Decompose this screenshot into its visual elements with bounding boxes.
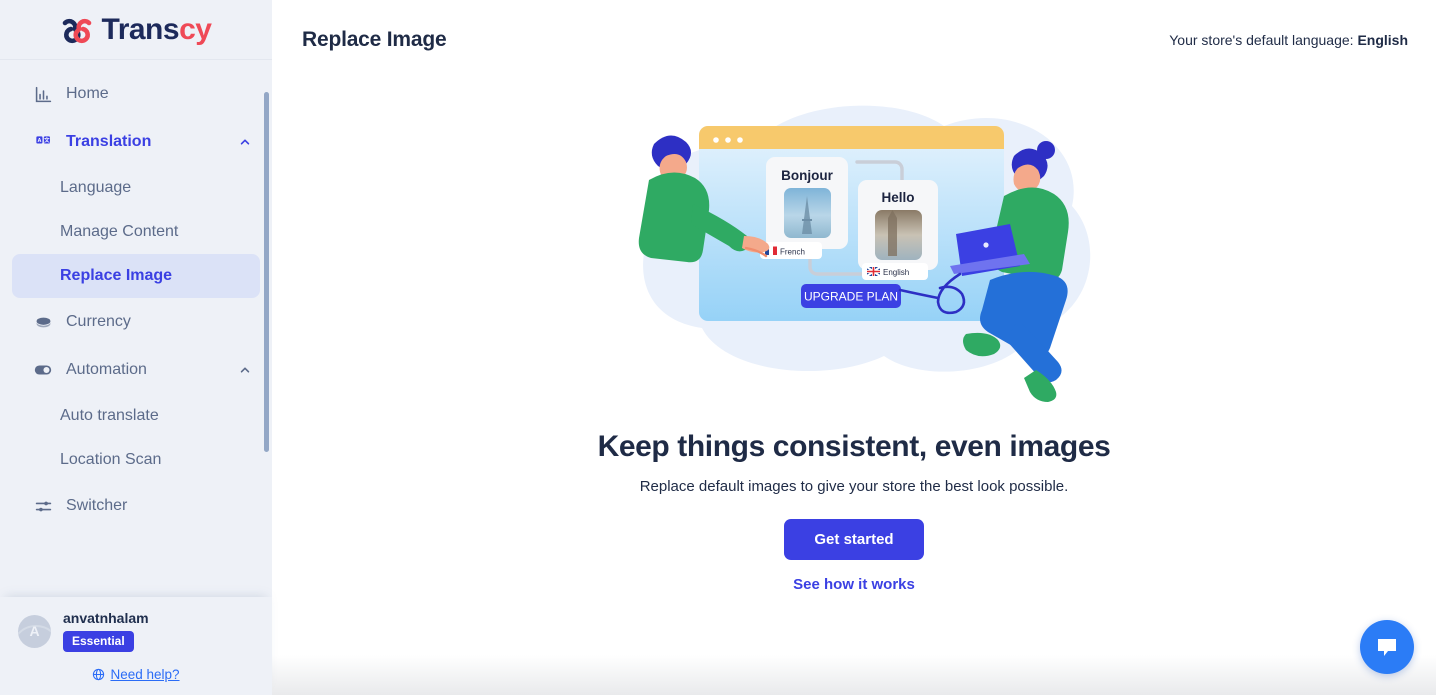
translation-images-illustration: Bonjour French Hello English UPGRADE PLA… bbox=[638, 105, 1091, 402]
sidebar-item-location-scan[interactable]: Location Scan bbox=[12, 438, 260, 482]
chevron-up-icon[interactable] bbox=[238, 135, 252, 149]
sidebar-item-label: Home bbox=[66, 85, 109, 102]
chat-support-button[interactable] bbox=[1360, 620, 1414, 674]
sidebar-item-manage-content[interactable]: Manage Content bbox=[12, 210, 260, 254]
coin-icon bbox=[32, 311, 54, 333]
sidebar-item-label: Auto translate bbox=[60, 407, 159, 424]
logo-group: Transcy bbox=[61, 12, 212, 46]
sidebar-item-label: Replace Image bbox=[60, 267, 173, 284]
logo-text-primary: Trans bbox=[101, 12, 180, 46]
nav-sub-translation: Language Manage Content Replace Image bbox=[0, 166, 272, 298]
toggle-switch-icon bbox=[32, 359, 54, 381]
user-info: anvatnhalam Essential bbox=[63, 609, 149, 652]
need-help-link[interactable]: Need help? bbox=[110, 667, 179, 682]
card-left-flag-label: French bbox=[780, 248, 805, 257]
uk-flag-badge: English bbox=[862, 263, 928, 280]
sidebar-item-label: Switcher bbox=[66, 497, 128, 514]
card-right-flag-label: English bbox=[883, 268, 909, 277]
window-dot bbox=[737, 137, 743, 143]
sidebar-item-label: Currency bbox=[66, 313, 131, 330]
sidebar-nav: Home A 文 Translation Language Manage Con… bbox=[0, 60, 272, 597]
sidebar-item-replace-image[interactable]: Replace Image bbox=[12, 254, 260, 298]
sidebar-footer: A anvatnhalam Essential Need help? bbox=[0, 596, 272, 695]
sidebar-item-label: Manage Content bbox=[60, 223, 179, 240]
main-content: Replace Image Your store's default langu… bbox=[272, 0, 1436, 695]
store-language-value: English bbox=[1357, 32, 1408, 48]
card-right-text: Hello bbox=[881, 190, 914, 205]
sidebar-item-language[interactable]: Language bbox=[12, 166, 260, 210]
brand-logo[interactable]: Transcy bbox=[0, 0, 272, 60]
sliders-icon bbox=[32, 495, 54, 517]
sidebar-item-auto-translate[interactable]: Auto translate bbox=[12, 394, 260, 438]
store-default-language: Your store's default language: English bbox=[1169, 32, 1408, 48]
nav-list: Home A 文 Translation Language Manage Con… bbox=[0, 70, 272, 530]
sidebar-item-automation[interactable]: Automation bbox=[12, 346, 260, 394]
status-badge: Essential bbox=[63, 631, 134, 652]
logo-text-accent: cy bbox=[179, 12, 212, 46]
card-bonjour: Bonjour French bbox=[760, 157, 848, 259]
upgrade-plan-chip: UPGRADE PLAN bbox=[801, 284, 901, 308]
svg-text:A: A bbox=[37, 138, 41, 144]
card-hello: Hello English bbox=[858, 180, 938, 280]
sidebar: Transcy Home A 文 Translation Language Ma… bbox=[0, 0, 272, 695]
window-dot bbox=[725, 137, 731, 143]
need-help-row[interactable]: Need help? bbox=[0, 667, 272, 682]
sidebar-scrollbar[interactable] bbox=[264, 92, 269, 452]
sidebar-item-home[interactable]: Home bbox=[12, 70, 260, 118]
sidebar-item-label: Automation bbox=[66, 361, 147, 378]
chat-bubble-icon bbox=[1378, 639, 1396, 656]
app-root: Transcy Home A 文 Translation Language Ma… bbox=[0, 0, 1436, 695]
avatar-initial: A bbox=[29, 623, 40, 640]
window-dot bbox=[713, 137, 719, 143]
empty-state: Bonjour French Hello English UPGRADE PLA… bbox=[272, 80, 1436, 593]
sidebar-item-label: Location Scan bbox=[60, 451, 162, 468]
sidebar-item-label: Language bbox=[60, 179, 132, 196]
user-name: anvatnhalam bbox=[63, 609, 149, 626]
empty-state-subtitle: Replace default images to give your stor… bbox=[639, 478, 1069, 495]
sidebar-item-currency[interactable]: Currency bbox=[12, 298, 260, 346]
sidebar-item-switcher[interactable]: Switcher bbox=[12, 482, 260, 530]
avatar: A bbox=[18, 614, 51, 648]
logo-wordmark: Transcy bbox=[101, 12, 212, 46]
bar-chart-icon bbox=[32, 83, 54, 105]
page-title: Replace Image bbox=[302, 28, 447, 51]
chevron-up-icon[interactable] bbox=[238, 363, 252, 377]
store-language-label: Your store's default language: bbox=[1169, 32, 1354, 48]
sidebar-item-translation[interactable]: A 文 Translation bbox=[12, 118, 260, 166]
card-left-text: Bonjour bbox=[781, 168, 833, 183]
empty-state-title: Keep things consistent, even images bbox=[597, 430, 1111, 463]
bottom-fade bbox=[272, 655, 1436, 695]
upgrade-plan-label: UPGRADE PLAN bbox=[804, 290, 898, 304]
translate-icon: A 文 bbox=[32, 131, 54, 153]
globe-icon bbox=[93, 668, 105, 680]
get-started-button[interactable]: Get started bbox=[784, 519, 924, 560]
see-how-it-works-link[interactable]: See how it works bbox=[793, 576, 915, 593]
french-flag-badge: French bbox=[760, 242, 822, 259]
user-account-row[interactable]: A anvatnhalam Essential bbox=[0, 597, 272, 654]
page-header: Replace Image Your store's default langu… bbox=[272, 0, 1436, 80]
nav-sub-automation: Auto translate Location Scan bbox=[0, 394, 272, 482]
interlocking-loops-icon bbox=[62, 18, 91, 43]
sidebar-item-label: Translation bbox=[66, 133, 152, 150]
